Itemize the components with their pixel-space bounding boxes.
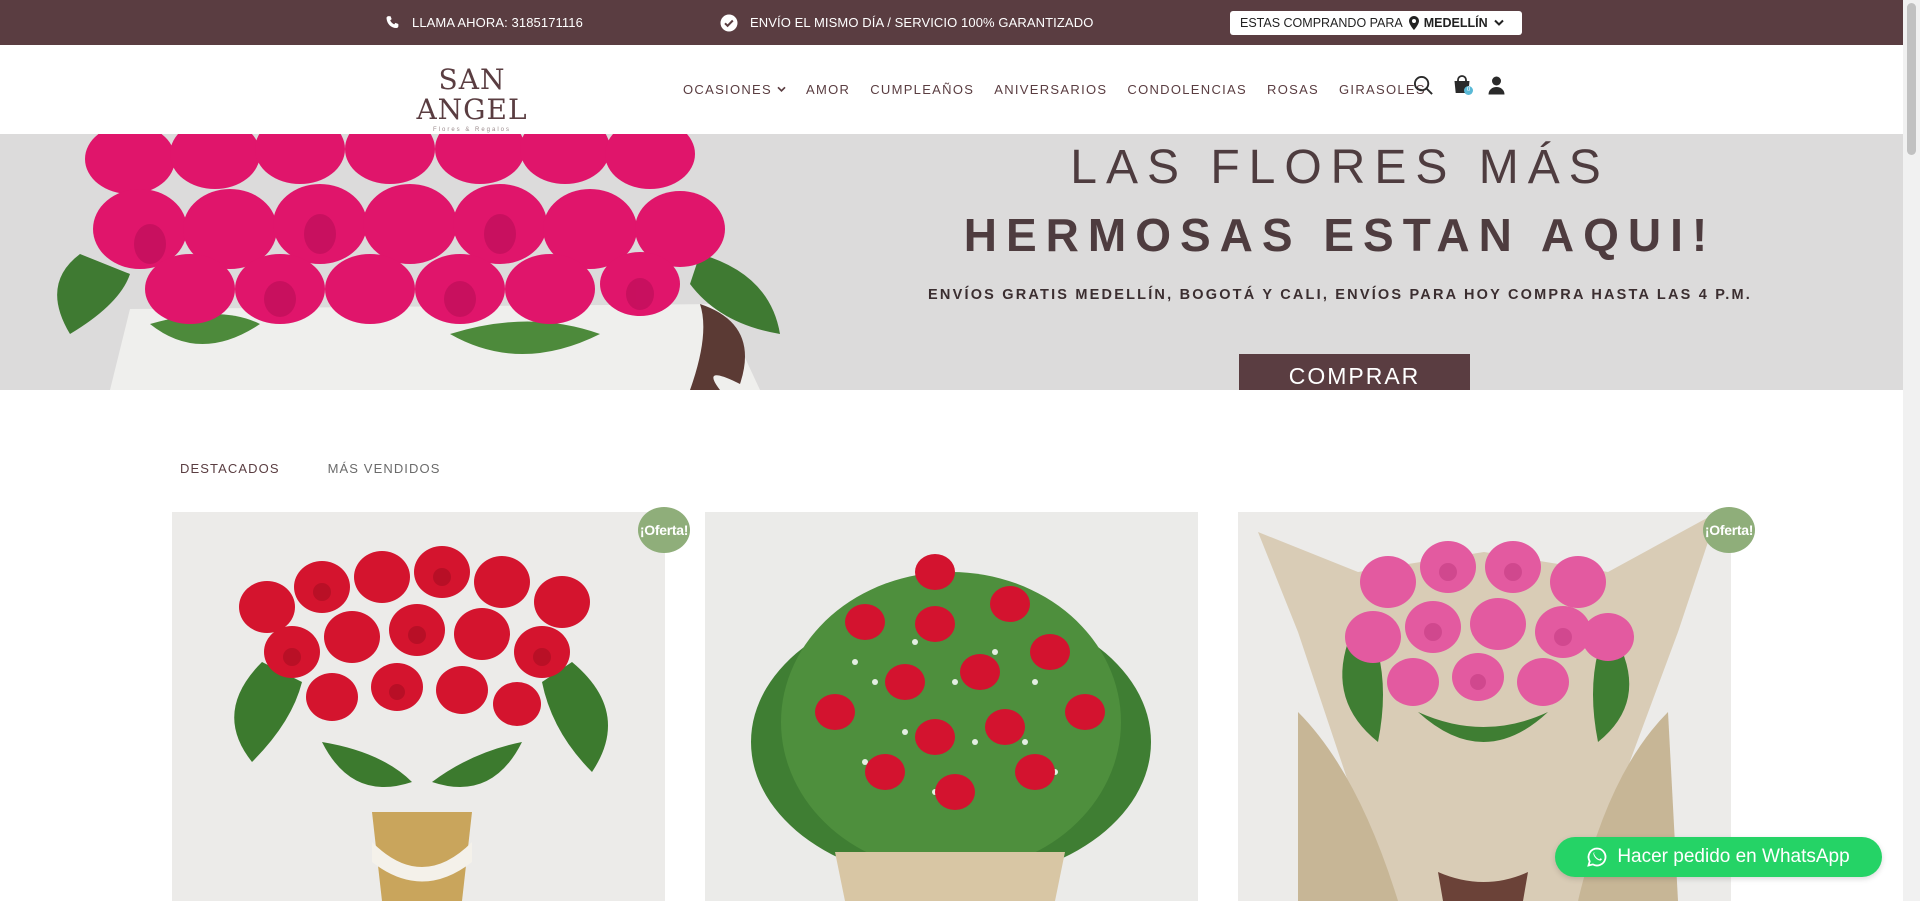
cart-button[interactable]: 0 (1452, 75, 1473, 97)
hero-headline-1: LAS FLORES MÁS (1070, 141, 1610, 194)
map-pin-icon (1408, 16, 1419, 30)
product-card[interactable] (705, 512, 1198, 901)
user-icon[interactable] (1488, 76, 1505, 95)
product-image-red-roses-box (705, 512, 1198, 901)
city-selector[interactable]: ESTAS COMPRANDO PARA MEDELLÍN (1230, 11, 1522, 35)
city-name: MEDELLÍN (1423, 16, 1488, 30)
product-tabs: DESTACADOS MÁS VENDIDOS (180, 461, 489, 476)
nav-item-condolencias[interactable]: CONDOLENCIAS (1127, 82, 1247, 97)
top-bar: LLAMA AHORA: 3185171116 ENVÍO EL MISMO D… (0, 0, 1920, 45)
comprar-button[interactable]: COMPRAR (1239, 354, 1470, 390)
offer-badge: ¡Oferta! (638, 507, 690, 553)
hero-subheadline: ENVÍOS GRATIS MEDELLÍN, BOGOTÁ Y CALI, E… (928, 287, 1752, 303)
hero-headline-2: HERMOSAS ESTAN AQUI! (963, 209, 1717, 261)
nav-item-ocasiones[interactable]: OCASIONES (683, 82, 786, 97)
nav-item-aniversarios[interactable]: ANIVERSARIOS (994, 82, 1107, 97)
offer-badge: ¡Oferta! (1703, 507, 1755, 553)
cart-count: 0 (1464, 86, 1473, 95)
logo-main: SAN ANGEL (416, 63, 528, 126)
shipping-guarantee: ENVÍO EL MISMO DÍA / SERVICIO 100% GARAN… (720, 0, 1093, 45)
shipping-label: ENVÍO EL MISMO DÍA / SERVICIO 100% GARAN… (750, 15, 1094, 30)
logo[interactable]: SAN ANGEL Flores & Regalos (386, 63, 558, 134)
nav-item-amor[interactable]: AMOR (806, 82, 850, 97)
tab-destacados[interactable]: DESTACADOS (180, 461, 280, 476)
main-nav: OCASIONES AMOR CUMPLEAÑOS ANIVERSARIOS C… (683, 45, 1446, 134)
product-card[interactable] (172, 512, 665, 901)
whatsapp-order-button[interactable]: Hacer pedido en WhatsApp (1555, 837, 1882, 877)
search-icon[interactable] (1413, 75, 1434, 96)
whatsapp-label: Hacer pedido en WhatsApp (1617, 846, 1850, 867)
product-image-red-roses-vase (172, 512, 665, 901)
check-circle-icon (720, 14, 738, 31)
chevron-down-icon (1493, 19, 1504, 26)
nav-item-cumpleanos[interactable]: CUMPLEAÑOS (870, 82, 974, 97)
city-value: MEDELLÍN (1408, 16, 1488, 30)
page: LLAMA AHORA: 3185171116 ENVÍO EL MISMO D… (0, 0, 1920, 901)
scrollbar-thumb[interactable] (1907, 3, 1916, 155)
nav-label: OCASIONES (683, 82, 772, 97)
pink-roses-hero-image (0, 134, 880, 390)
whatsapp-icon (1587, 847, 1607, 867)
page-scrollbar[interactable] (1903, 0, 1920, 901)
main-header: SAN ANGEL Flores & Regalos OCASIONES AMO… (0, 45, 1920, 134)
hero-banner: LAS FLORES MÁS HERMOSAS ESTAN AQUI! ENVÍ… (0, 134, 1903, 390)
tab-mas-vendidos[interactable]: MÁS VENDIDOS (328, 461, 441, 476)
phone-contact[interactable]: LLAMA AHORA: 3185171116 (385, 0, 583, 45)
buying-for-label: ESTAS COMPRANDO PARA (1240, 16, 1403, 30)
phone-label: LLAMA AHORA: 3185171116 (412, 15, 583, 30)
nav-item-rosas[interactable]: ROSAS (1267, 82, 1319, 97)
phone-icon (386, 16, 399, 29)
logo-sub: Flores & Regalos (432, 127, 512, 133)
chevron-down-icon (777, 86, 786, 93)
